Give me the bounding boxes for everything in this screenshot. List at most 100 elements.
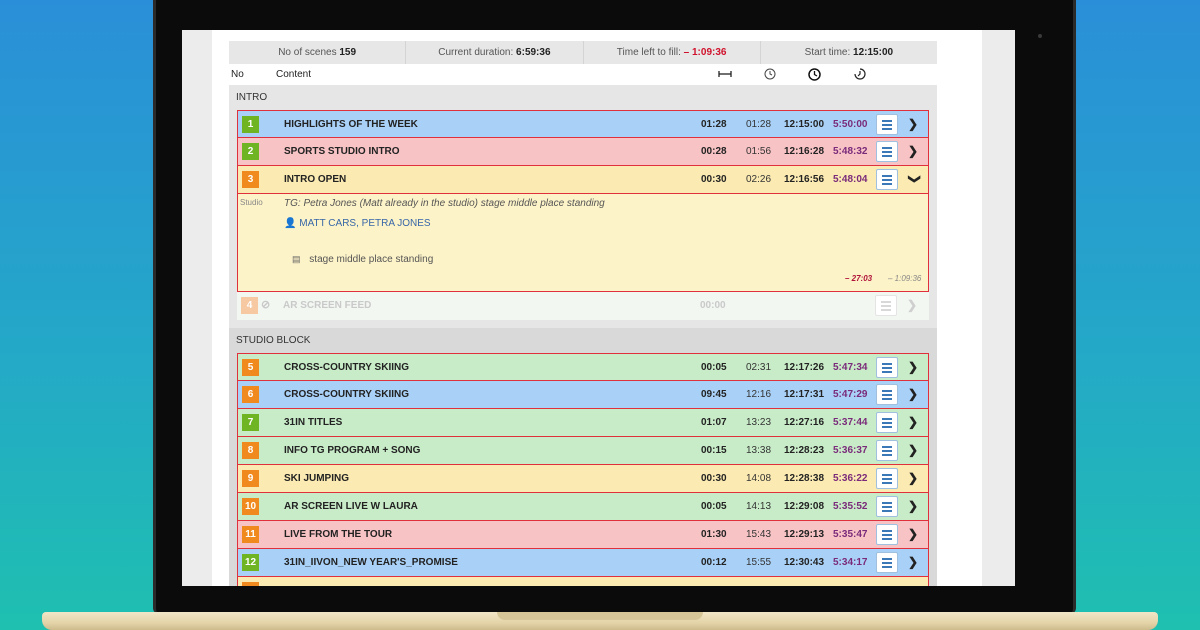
menu-icon — [882, 363, 892, 365]
screen: No of scenes 159 Current duration: 6:59:… — [182, 30, 1015, 586]
scene-row[interactable]: 11 LIVE FROM THE TOUR 01:30 15:43 12:29:… — [237, 521, 929, 549]
menu-button[interactable] — [876, 524, 898, 545]
clock-icon[interactable] — [808, 68, 821, 81]
column-no: No — [231, 69, 244, 80]
cumulative-time-icon[interactable] — [764, 68, 776, 80]
chevron-right-icon[interactable]: ❯ — [908, 527, 918, 541]
scene-start-time: 12:29:08 — [784, 501, 825, 512]
scenes-count: No of scenes 159 — [229, 41, 407, 64]
column-content: Content — [276, 69, 312, 80]
scene-title: 31IN_IIVON_NEW YEAR'S_PROMISE — [284, 557, 458, 568]
scene-start-time: 12:29:13 — [784, 529, 825, 540]
detail-people-names: MATT CARS, PETRA JONES — [299, 218, 431, 229]
section-intro: INTRO 1 HIGHLIGHTS OF THE WEEK 01:28 01:… — [229, 85, 937, 328]
time-left-label: Time left to fill: — [616, 47, 681, 58]
chevron-right-icon[interactable]: ❯ — [908, 144, 918, 158]
scene-cumulative: 14:13 — [746, 501, 772, 512]
menu-icon — [882, 530, 892, 532]
chevron-right-icon[interactable]: ❯ — [908, 415, 918, 429]
chevron-right-icon[interactable]: ❯ — [908, 117, 918, 131]
duration-label: Current duration: — [438, 47, 514, 58]
menu-icon-bar — [882, 367, 892, 369]
scene-number: 8 — [242, 442, 259, 459]
scene-cumulative: 15:55 — [746, 557, 772, 568]
menu-icon-bar — [882, 478, 892, 480]
scene-start-time: 12:16:28 — [784, 146, 825, 157]
scene-title: AR SCREEN LIVE W LAURA — [284, 501, 418, 512]
note-icon: ▤ — [292, 254, 301, 264]
scene-countdown: 5:35:52 — [833, 501, 868, 512]
scene-row[interactable]: 10 AR SCREEN LIVE W LAURA 00:05 14:13 12… — [237, 493, 929, 521]
start-time-label: Start time: — [804, 47, 851, 58]
rundown-app: No of scenes 159 Current duration: 6:59:… — [229, 41, 937, 586]
current-duration: Current duration: 6:59:36 — [406, 41, 584, 64]
chevron-right-icon[interactable]: ❯ — [908, 555, 918, 569]
menu-icon — [882, 446, 892, 448]
time-left: Time left to fill: – 1:09:36 — [584, 41, 761, 64]
chevron-right-icon[interactable]: ❯ — [908, 471, 918, 485]
menu-button[interactable] — [876, 141, 898, 162]
scene-duration: 09:45 — [701, 389, 727, 400]
menu-icon — [882, 418, 892, 420]
scene-row-partial[interactable] — [237, 577, 929, 586]
menu-button[interactable] — [876, 114, 898, 135]
detail-people[interactable]: 👤 MATT CARS, PETRA JONES — [284, 218, 431, 229]
menu-icon-bar — [882, 562, 892, 564]
menu-icon-bar — [882, 128, 892, 130]
menu-icon-bar — [881, 305, 891, 307]
scene-title: INTRO OPEN — [284, 174, 347, 185]
menu-button[interactable] — [876, 384, 898, 405]
scene-number — [242, 582, 259, 586]
scene-countdown: 5:47:29 — [833, 389, 868, 400]
scene-row[interactable]: 5 CROSS-COUNTRY SKIING 00:05 02:31 12:17… — [237, 353, 929, 381]
scene-row[interactable]: 2 SPORTS STUDIO INTRO 00:28 01:56 12:16:… — [237, 138, 929, 166]
menu-button[interactable] — [876, 357, 898, 378]
section-studio-block: STUDIO BLOCK 5 CROSS-COUNTRY SKIING 00:0… — [229, 328, 937, 586]
scene-row[interactable]: 1 HIGHLIGHTS OF THE WEEK 01:28 01:28 12:… — [237, 110, 929, 138]
chevron-right-icon[interactable]: ❯ — [907, 298, 917, 312]
chevron-right-icon[interactable]: ❯ — [908, 360, 918, 374]
scene-duration: 01:28 — [701, 119, 727, 130]
menu-button[interactable] — [876, 468, 898, 489]
scene-number: 6 — [242, 386, 259, 403]
menu-icon-bar — [882, 179, 892, 181]
scene-row-disabled[interactable]: 4 ⊘ AR SCREEN FEED 00:00 ❯ — [237, 292, 929, 320]
duration-icon[interactable] — [718, 68, 732, 80]
menu-button[interactable] — [876, 496, 898, 517]
chevron-right-icon[interactable]: ❯ — [908, 499, 918, 513]
menu-button[interactable] — [875, 295, 897, 316]
menu-icon-bar — [881, 309, 891, 311]
scene-row[interactable]: 8 INFO TG PROGRAM + SONG 00:15 13:38 12:… — [237, 437, 929, 465]
scene-title: INFO TG PROGRAM + SONG — [284, 445, 421, 456]
chevron-right-icon[interactable]: ❯ — [908, 443, 918, 457]
menu-icon-bar — [882, 482, 892, 484]
scene-title: LIVE FROM THE TOUR — [284, 529, 393, 540]
scene-number: 7 — [242, 414, 259, 431]
menu-icon-bar — [882, 124, 892, 126]
countdown-icon[interactable] — [854, 68, 866, 80]
scene-number: 1 — [242, 116, 259, 133]
scene-cumulative: 01:28 — [746, 119, 772, 130]
scene-row[interactable]: 7 31IN TITLES 01:07 13:23 12:27:16 5:37:… — [237, 409, 929, 437]
scene-cumulative: 14:08 — [746, 473, 772, 484]
detail-time-a: – 27:03 — [845, 274, 873, 283]
chevron-right-icon[interactable]: ❯ — [908, 387, 918, 401]
menu-button[interactable] — [876, 552, 898, 573]
menu-icon-bar — [882, 510, 892, 512]
menu-button[interactable] — [876, 169, 898, 190]
menu-icon — [882, 390, 892, 392]
menu-icon-bar — [882, 183, 892, 185]
menu-icon — [882, 474, 892, 476]
scene-row-expanded[interactable]: 3 INTRO OPEN 00:30 02:26 12:16:56 5:48:0… — [237, 166, 929, 194]
menu-button[interactable] — [876, 412, 898, 433]
scene-row[interactable]: 9 SKI JUMPING 00:30 14:08 12:28:38 5:36:… — [237, 465, 929, 493]
menu-button[interactable] — [876, 440, 898, 461]
scene-row[interactable]: 12 31IN_IIVON_NEW YEAR'S_PROMISE 00:12 1… — [237, 549, 929, 577]
chevron-down-icon[interactable]: ❯ — [908, 174, 922, 184]
scene-title: AR SCREEN FEED — [283, 300, 372, 311]
hidden-icon: ⊘ — [261, 299, 271, 311]
scene-row[interactable]: 6 CROSS-COUNTRY SKIING 09:45 12:16 12:17… — [237, 381, 929, 409]
scene-title: SKI JUMPING — [284, 473, 350, 484]
scene-countdown: 5:47:34 — [833, 362, 868, 373]
scene-duration: 00:28 — [701, 146, 727, 157]
